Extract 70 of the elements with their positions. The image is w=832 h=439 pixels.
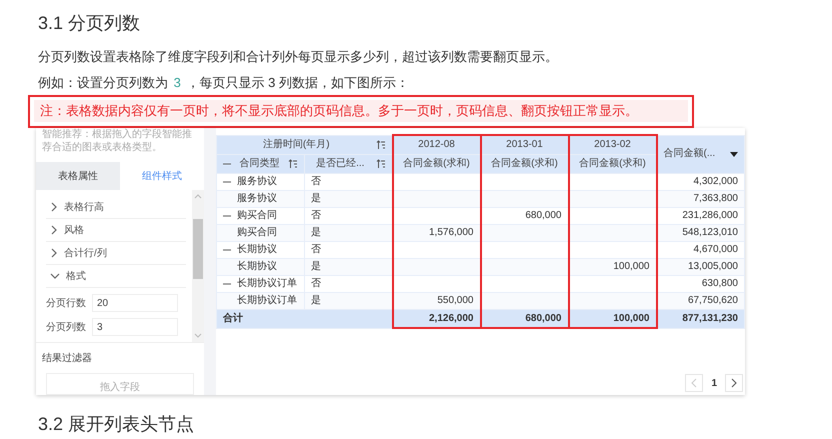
previous-page-button[interactable]	[685, 374, 704, 392]
scrollbar-thumb[interactable]	[193, 219, 203, 279]
paragraph: 分页列数设置表格除了维度字段列和合计列外每页显示多少列，超过该列数需要翻页显示。	[38, 48, 559, 66]
field-label: 分页列数	[46, 321, 87, 334]
cell-text: 购买合同	[237, 209, 277, 223]
caret-up-icon	[194, 194, 202, 199]
note-text: 注：表格数据内容仅有一页时，将不显示底部的页码信息。多于一页时，页码信息、翻页按钮正常显示。	[34, 100, 688, 122]
sort-icon	[376, 159, 386, 169]
field-label: 分页行数	[46, 297, 87, 310]
accordion-item[interactable]: 表格行高	[46, 196, 186, 219]
table-cell: 13,005,000	[656, 258, 744, 276]
table-cell: 2,126,000	[392, 310, 480, 328]
caret-down-icon	[194, 333, 202, 338]
header-cell: 2013-01	[480, 135, 568, 154]
table-cell: 100,000	[568, 310, 656, 328]
table-cell: 是	[304, 190, 392, 208]
table-cell: 1,576,000	[392, 224, 480, 242]
chevron-right-icon	[50, 202, 58, 212]
table-cell: 是	[304, 292, 392, 310]
header-cell[interactable]: 合同金额(...	[656, 135, 744, 174]
header-cell: 合同金额(求和)	[568, 154, 656, 174]
section-heading: 3.2 展开列表头节点	[38, 413, 196, 436]
cell-text: 购买合同	[237, 226, 277, 240]
header-text: 合同类型	[238, 157, 280, 171]
table-cell: 680,000	[480, 310, 568, 328]
header-cell: 合同金额(求和)	[392, 154, 480, 174]
paragraph-text: 例如：设置分页列数为	[38, 75, 169, 90]
cell-text: 长期协议	[237, 243, 277, 257]
scrollbar[interactable]	[192, 190, 204, 342]
header-cell: 2012-08	[392, 135, 480, 154]
sort-icon	[376, 140, 386, 150]
chevron-left-icon	[691, 378, 698, 388]
table-cell: 877,131,230	[656, 310, 744, 328]
sort-icon	[288, 159, 298, 169]
cell-text: 服务协议	[237, 192, 277, 206]
accordion-item[interactable]: 格式	[46, 265, 186, 288]
chevron-down-icon	[50, 272, 60, 280]
table-cell: 是	[304, 258, 392, 276]
section-label: 结果过滤器	[41, 352, 93, 366]
header-text: 注册时间(年月)	[262, 138, 331, 152]
header-text: 合同金额(...	[664, 147, 716, 162]
cell-text: 长期协议	[237, 260, 277, 274]
chevron-right-icon	[50, 225, 58, 235]
table-cell: 67,750,620	[656, 292, 744, 310]
table-cell: 100,000	[568, 258, 656, 276]
dropdown-caret-icon	[730, 152, 738, 157]
header-cell: 2013-02	[568, 135, 656, 154]
chevron-right-icon	[50, 248, 58, 258]
table-cell: 合计	[216, 310, 392, 328]
header-cell: 合同金额(求和)	[480, 154, 568, 174]
page-number[interactable]: 1	[707, 378, 721, 388]
tab[interactable]: 表格属性	[36, 162, 120, 190]
hint-text: 智能推荐：根据拖入的字段智能推荐合适的图表或表格类型。	[41, 128, 193, 155]
chevron-right-icon	[731, 378, 737, 388]
table-cell: 7,363,800	[656, 190, 744, 208]
table-cell: 是	[304, 224, 392, 242]
cell-text: 长期协议订单	[237, 294, 297, 308]
accordion-item[interactable]: 风格	[46, 219, 186, 242]
inline-code: 3	[172, 75, 182, 90]
next-page-button[interactable]	[725, 374, 743, 392]
header-text: 是否已经...	[315, 157, 366, 171]
cell-text: 长期协议订单	[237, 277, 297, 291]
table-cell: 548,123,010	[656, 224, 744, 242]
section-heading: 3.1 分页列数	[38, 12, 142, 35]
input-field[interactable]: 20	[92, 294, 178, 312]
paragraph-text: ，每页只显示 3 列数据，如下图所示：	[185, 75, 409, 90]
input-field[interactable]: 3	[92, 318, 178, 336]
accordion-item[interactable]: 合计行/列	[46, 242, 186, 265]
table-cell: 550,000	[392, 292, 480, 310]
cell-text: 服务协议	[237, 175, 277, 189]
